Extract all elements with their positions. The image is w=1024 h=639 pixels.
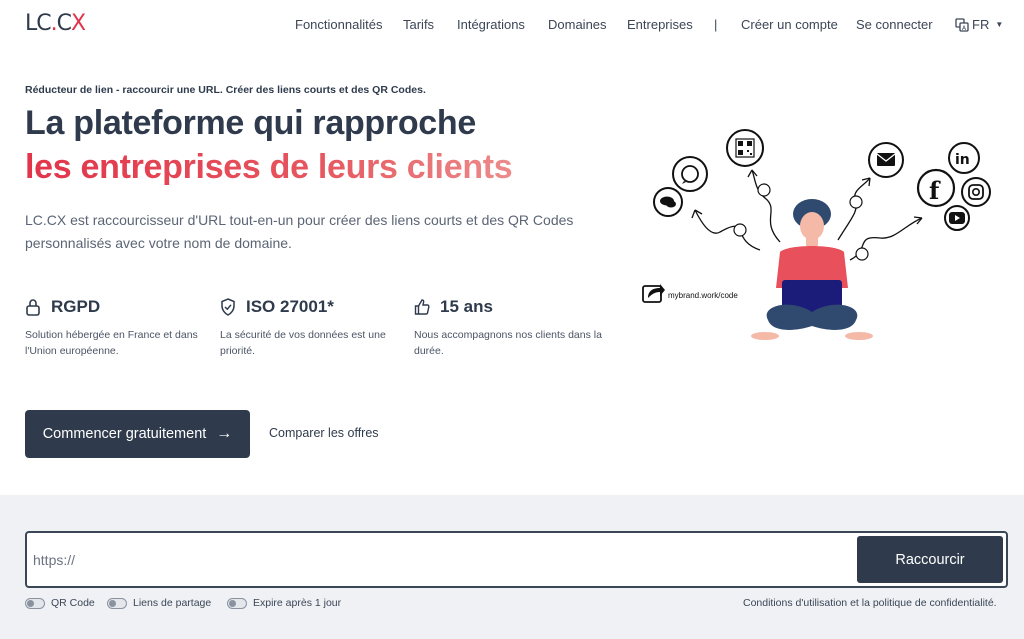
hero-title-line2: les entreprises de leurs clients <box>25 148 513 186</box>
mail-icon <box>868 142 904 178</box>
feature-text: Nous accompagnons nos clients dans la du… <box>414 329 602 357</box>
feature-rgpd: RGPD Solution hébergée en France et dans… <box>25 296 215 359</box>
hero-description: LC.CX est raccourcisseur d'URL tout-en-u… <box>25 212 574 251</box>
tagline: Réducteur de lien - raccourcir une URL. … <box>25 84 426 96</box>
feature-title: ISO 27001* <box>246 297 334 316</box>
nav-separator: | <box>714 17 718 32</box>
chevron-down-icon: ▼ <box>995 20 1004 29</box>
translate-icon: A <box>955 17 969 32</box>
toggle-qr-code[interactable]: QR Code <box>25 597 95 609</box>
toggle-expire[interactable]: Expire après 1 jour <box>227 597 341 609</box>
header: LC.CX Fonctionnalités Tarifs Intégration… <box>0 0 1024 50</box>
terms-link[interactable]: Conditions d'utilisation et la politique… <box>743 597 997 609</box>
compare-offers-link[interactable]: Comparer les offres <box>269 426 379 440</box>
linkedin-icon: in <box>948 142 980 174</box>
instagram-icon <box>961 177 991 207</box>
whatsapp-icon <box>672 156 708 192</box>
feature-title: 15 ans <box>440 297 493 316</box>
thumbs-up-icon <box>414 299 430 315</box>
hero-title-line1: La plateforme qui rapproche <box>25 104 476 142</box>
nav-integrations[interactable]: Intégrations <box>457 17 525 32</box>
feature-years: 15 ans Nous accompagnons nos clients dan… <box>414 296 604 359</box>
main-nav: Fonctionnalités Tarifs Intégrations Doma… <box>0 17 1024 37</box>
qr-code-icon <box>726 129 764 167</box>
person-illustration <box>751 199 873 340</box>
arrow-right-icon: → <box>216 425 233 442</box>
language-selector[interactable]: A FR ▼ <box>955 17 1003 32</box>
share-icon <box>642 284 665 303</box>
facebook-icon: f <box>916 168 956 208</box>
toggle-switch[interactable] <box>25 597 45 609</box>
toggle-switch[interactable] <box>107 597 127 609</box>
svg-text:in: in <box>955 152 970 168</box>
nav-entreprises[interactable]: Entreprises <box>627 17 693 32</box>
feature-title: RGPD <box>51 297 101 316</box>
feature-text: La sécurité de vos données est une prior… <box>220 329 386 357</box>
nav-login[interactable]: Se connecter <box>856 17 933 32</box>
shield-check-icon <box>221 298 235 316</box>
feature-iso: ISO 27001* La sécurité de vos données es… <box>220 296 410 359</box>
toggle-switch[interactable] <box>227 597 247 609</box>
toggle-label: QR Code <box>51 597 95 609</box>
toggle-label: Liens de partage <box>133 597 212 609</box>
nav-tarifs[interactable]: Tarifs <box>403 17 434 32</box>
svg-text:f: f <box>929 176 941 205</box>
hero-illustration: in f mybrand.work/code <box>642 129 991 340</box>
lock-icon <box>26 299 40 316</box>
illustration-link-text: mybrand.work/code <box>668 291 738 300</box>
start-free-label: Commencer gratuitement <box>42 426 207 442</box>
toggle-share-links[interactable]: Liens de partage <box>107 597 211 609</box>
toggle-label: Expire après 1 jour <box>253 597 342 609</box>
feature-text: Solution hébergée en France et dans l'Un… <box>25 329 198 357</box>
youtube-icon <box>944 205 970 231</box>
language-label: FR <box>972 17 990 32</box>
start-free-button[interactable]: Commencer gratuitement → <box>25 410 250 458</box>
url-input[interactable] <box>33 543 853 577</box>
nav-fonctionnalites[interactable]: Fonctionnalités <box>295 17 382 32</box>
shorten-button[interactable]: Raccourcir <box>857 536 1003 583</box>
nav-domaines[interactable]: Domaines <box>548 17 607 32</box>
chat-icon <box>653 187 683 217</box>
nav-create-account[interactable]: Créer un compte <box>741 17 838 32</box>
